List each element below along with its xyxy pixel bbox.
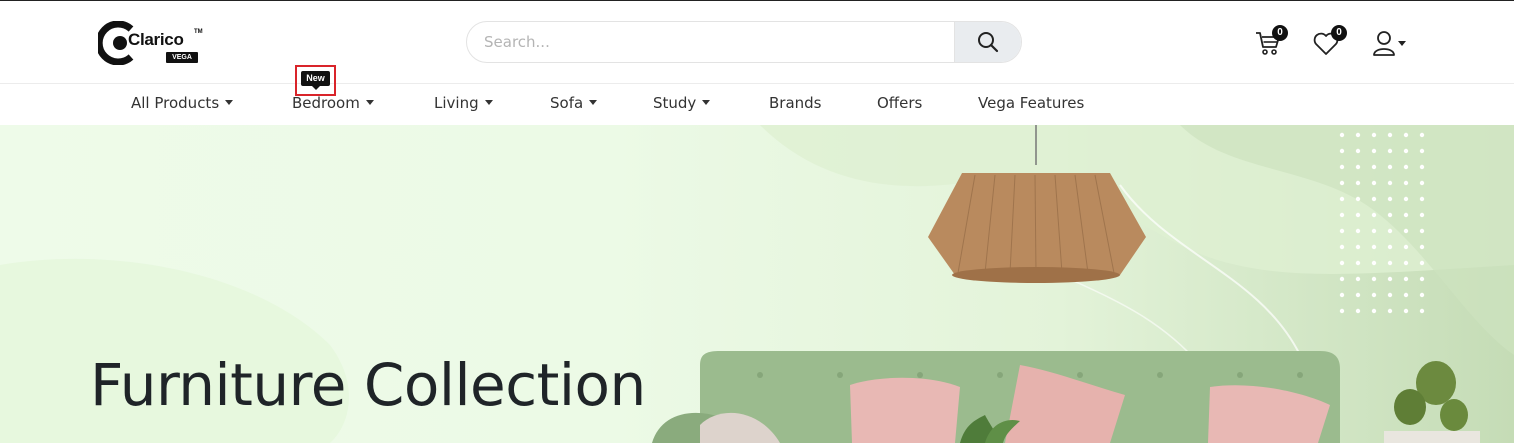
nav-item-all-products[interactable]: All Products xyxy=(131,84,234,123)
nav-item-label: Vega Features xyxy=(978,94,1085,112)
caret-down-icon xyxy=(1398,41,1406,46)
new-badge: New xyxy=(301,71,330,90)
cart-button[interactable]: 0 xyxy=(1252,25,1288,61)
caret-down-icon xyxy=(702,100,711,105)
nav-item-brands[interactable]: Brands xyxy=(769,84,822,123)
caret-down-icon xyxy=(484,100,493,105)
nav-item-label: All Products xyxy=(131,94,220,112)
search-input[interactable] xyxy=(467,22,955,62)
nav-item-label: Sofa xyxy=(550,94,584,112)
main-navigation: All Products Bedroom Living Sofa Study B… xyxy=(0,84,1514,125)
caret-down-icon xyxy=(225,100,234,105)
lamp-rim xyxy=(952,267,1120,283)
logo-edition-badge: VEGA xyxy=(166,52,198,63)
nav-item-living[interactable]: Living xyxy=(434,84,493,123)
user-icon xyxy=(1373,31,1395,56)
site-header: Clarico TM VEGA 0 0 xyxy=(0,1,1514,84)
wishlist-button[interactable]: 0 xyxy=(1311,25,1347,61)
new-tag-highlight: New xyxy=(295,65,336,96)
search-button[interactable] xyxy=(954,22,1021,62)
caret-down-icon xyxy=(365,100,374,105)
logo-text: Clarico xyxy=(128,30,184,49)
nav-item-label: Study xyxy=(653,94,697,112)
search-bar xyxy=(466,21,1022,63)
cactus-shape xyxy=(1440,399,1468,431)
account-menu-button[interactable] xyxy=(1370,25,1410,61)
nav-item-sofa[interactable]: Sofa xyxy=(550,84,598,123)
nav-item-label: Brands xyxy=(769,94,822,112)
nav-item-study[interactable]: Study xyxy=(653,84,711,123)
cactus-shape xyxy=(1394,389,1426,425)
nav-item-label: Offers xyxy=(877,94,923,112)
nav-item-label: Bedroom xyxy=(292,94,360,112)
cart-count-badge: 0 xyxy=(1272,25,1288,41)
hero-banner[interactable]: Furniture Collection xyxy=(0,125,1514,443)
nav-item-vega-features[interactable]: Vega Features xyxy=(978,84,1084,123)
brand-logo[interactable]: Clarico TM VEGA xyxy=(98,21,208,65)
caret-down-icon xyxy=(589,100,598,105)
logo-trademark: TM xyxy=(194,29,203,35)
nav-item-label: Living xyxy=(434,94,479,112)
hero-title: Furniture Collection xyxy=(90,351,646,419)
nav-item-offers[interactable]: Offers xyxy=(877,84,922,123)
wishlist-count-badge: 0 xyxy=(1331,25,1347,41)
search-icon xyxy=(978,32,999,53)
pillow-shape xyxy=(850,377,960,443)
cactus-pot xyxy=(1384,431,1480,443)
